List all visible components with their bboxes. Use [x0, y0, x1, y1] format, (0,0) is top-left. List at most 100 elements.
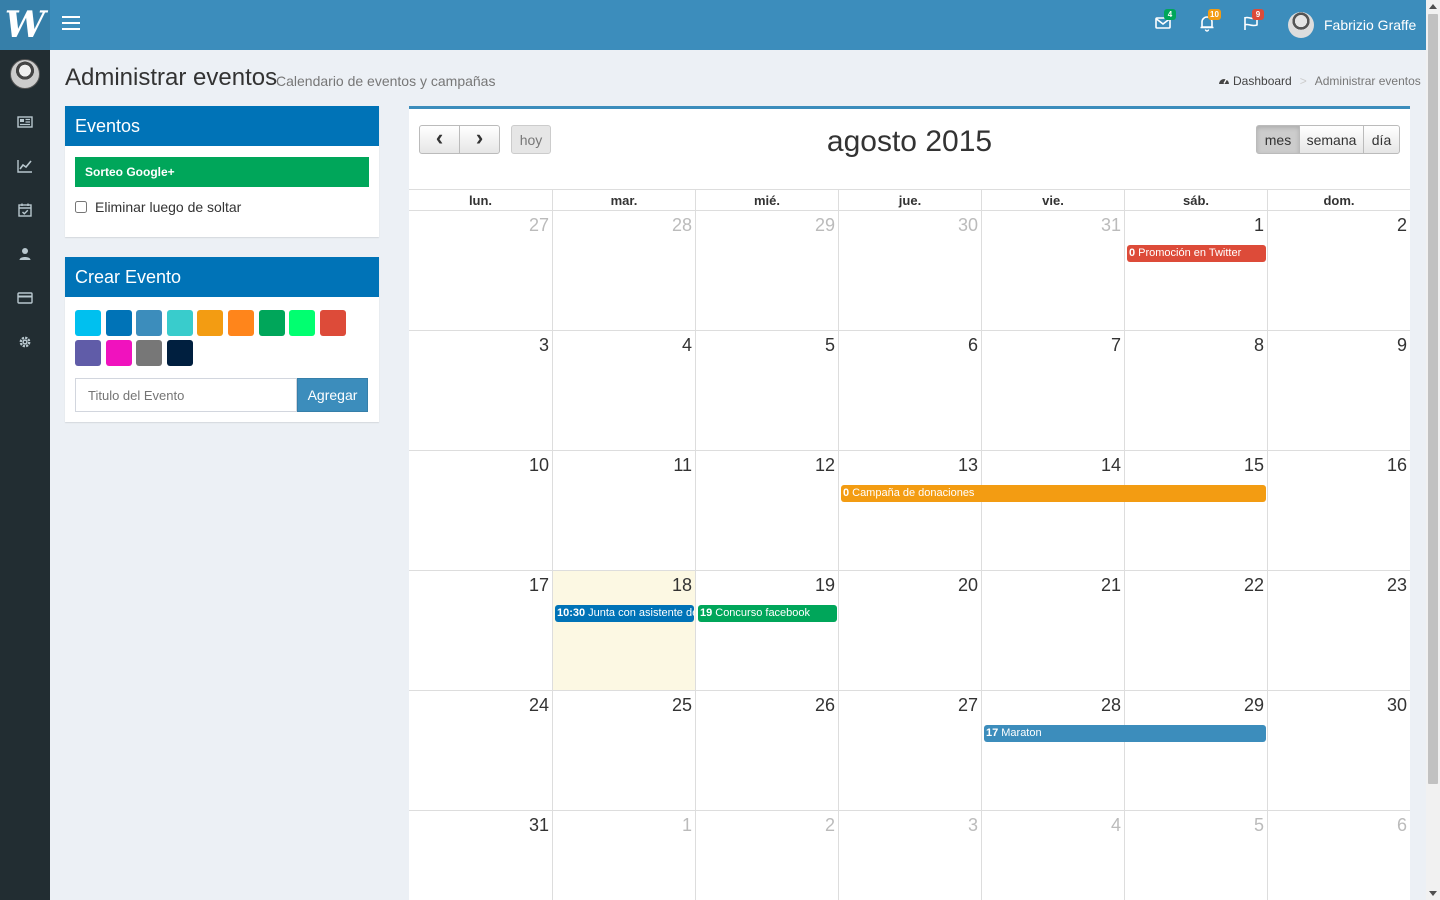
- color-swatch[interactable]: [166, 340, 193, 366]
- color-swatch[interactable]: [105, 310, 132, 336]
- day-cell[interactable]: 3: [838, 811, 981, 900]
- calendar-event[interactable]: 10:30Junta con asistente de campaña: [555, 605, 694, 622]
- day-cell[interactable]: 27: [838, 691, 981, 811]
- day-cell[interactable]: 29: [1124, 691, 1267, 811]
- sidebar-item-settings[interactable]: [0, 327, 50, 357]
- notifications-button[interactable]: 10: [1198, 9, 1221, 36]
- page-scrollbar[interactable]: [1426, 0, 1440, 900]
- sidebar-item-users[interactable]: [0, 239, 50, 269]
- sidebar-avatar[interactable]: [10, 59, 40, 89]
- color-swatch[interactable]: [289, 310, 316, 336]
- today-button[interactable]: hoy: [511, 125, 551, 154]
- view-month-button[interactable]: mes: [1256, 125, 1300, 154]
- events-box-title: Eventos: [65, 106, 379, 146]
- sidebar-item-news[interactable]: [0, 107, 50, 137]
- color-swatch[interactable]: [228, 310, 254, 336]
- color-swatch[interactable]: [197, 310, 224, 336]
- sidebar-item-stats[interactable]: [0, 151, 50, 181]
- view-week-button[interactable]: semana: [1299, 125, 1364, 154]
- sidebar-toggle-button[interactable]: [62, 16, 80, 34]
- add-event-button[interactable]: Agregar: [297, 378, 368, 412]
- color-swatch[interactable]: [319, 310, 346, 336]
- day-cell[interactable]: 26: [695, 691, 838, 811]
- day-cell[interactable]: 8: [1124, 331, 1267, 451]
- day-cell[interactable]: 14: [981, 451, 1124, 571]
- color-swatch[interactable]: [136, 340, 163, 366]
- messages-button[interactable]: 4: [1154, 9, 1176, 36]
- event-title: Maraton: [1001, 727, 1042, 739]
- calendar-event[interactable]: 0 Campaña de donaciones: [841, 485, 1266, 502]
- day-cell-today[interactable]: 18: [552, 571, 695, 691]
- color-swatch[interactable]: [166, 310, 193, 336]
- sidebar-item-billing[interactable]: [0, 283, 50, 313]
- color-swatch[interactable]: [75, 340, 101, 366]
- event-title-input[interactable]: [75, 378, 297, 412]
- day-cell[interactable]: 1: [552, 811, 695, 900]
- day-cell[interactable]: 20: [838, 571, 981, 691]
- day-cell[interactable]: 31: [409, 811, 552, 900]
- day-cell[interactable]: 15: [1124, 451, 1267, 571]
- day-cell[interactable]: 21: [981, 571, 1124, 691]
- day-number: 1: [1253, 215, 1264, 235]
- day-cell[interactable]: 27: [409, 211, 552, 331]
- day-cell[interactable]: 29: [695, 211, 838, 331]
- draggable-event[interactable]: Sorteo Google+: [75, 157, 369, 187]
- day-cell[interactable]: 25: [552, 691, 695, 811]
- events-box: Eventos Sorteo Google+ Eliminar luego de…: [65, 106, 379, 237]
- event-time: 0: [843, 487, 850, 499]
- day-cell[interactable]: 16: [1267, 451, 1410, 571]
- day-cell[interactable]: 31: [981, 211, 1124, 331]
- remove-after-drop-option[interactable]: Eliminar luego de soltar: [75, 199, 241, 215]
- day-number: 30: [957, 215, 978, 235]
- day-cell[interactable]: 10: [409, 451, 552, 571]
- color-swatch[interactable]: [75, 310, 101, 336]
- day-cell[interactable]: 4: [552, 331, 695, 451]
- day-cell[interactable]: 23: [1267, 571, 1410, 691]
- day-cell[interactable]: 11: [552, 451, 695, 571]
- day-cell[interactable]: 7: [981, 331, 1124, 451]
- calendar-event[interactable]: 0 Promoción en Twitter: [1127, 245, 1266, 262]
- day-number: 4: [1110, 815, 1121, 835]
- next-month-button[interactable]: ›: [459, 125, 500, 154]
- day-cell[interactable]: 2: [695, 811, 838, 900]
- day-cell[interactable]: 22: [1124, 571, 1267, 691]
- color-swatch[interactable]: [105, 340, 132, 366]
- breadcrumb-home-link[interactable]: Dashboard: [1218, 74, 1292, 88]
- day-cell[interactable]: 6: [1267, 811, 1410, 900]
- day-cell[interactable]: 5: [1124, 811, 1267, 900]
- prev-month-button[interactable]: ‹: [419, 125, 460, 154]
- calendar-event[interactable]: 17 Maraton: [984, 725, 1266, 742]
- day-cell[interactable]: 2: [1267, 211, 1410, 331]
- day-cell[interactable]: 24: [409, 691, 552, 811]
- scroll-up-arrow-icon[interactable]: [1429, 4, 1437, 9]
- day-cell[interactable]: 1: [1124, 211, 1267, 331]
- color-swatch[interactable]: [136, 310, 163, 336]
- day-cell[interactable]: 3: [409, 331, 552, 451]
- color-swatch[interactable]: [258, 310, 285, 336]
- view-day-button[interactable]: día: [1363, 125, 1400, 154]
- remove-after-drop-checkbox[interactable]: [75, 201, 87, 213]
- sidebar-item-calendar[interactable]: [0, 195, 50, 225]
- day-number: 25: [671, 695, 692, 715]
- day-cell[interactable]: 28: [981, 691, 1124, 811]
- day-cell[interactable]: 9: [1267, 331, 1410, 451]
- day-cell[interactable]: 19: [695, 571, 838, 691]
- day-cell[interactable]: 6: [838, 331, 981, 451]
- day-number: 30: [1386, 695, 1407, 715]
- day-cell[interactable]: 12: [695, 451, 838, 571]
- scroll-down-arrow-icon[interactable]: [1429, 891, 1437, 896]
- day-cell[interactable]: 30: [1267, 691, 1410, 811]
- app-logo[interactable]: W: [0, 0, 50, 50]
- day-number: 12: [814, 455, 835, 475]
- user-menu[interactable]: Fabrizio Graffe: [1288, 12, 1416, 38]
- day-cell[interactable]: 28: [552, 211, 695, 331]
- scroll-thumb[interactable]: [1428, 14, 1438, 784]
- day-cell[interactable]: 5: [695, 331, 838, 451]
- event-time: 0: [1129, 247, 1136, 259]
- day-cell[interactable]: 30: [838, 211, 981, 331]
- calendar-event[interactable]: 19 Concurso facebook: [698, 605, 837, 622]
- day-cell[interactable]: 17: [409, 571, 552, 691]
- day-cell[interactable]: 4: [981, 811, 1124, 900]
- day-cell[interactable]: 13: [838, 451, 981, 571]
- tasks-button[interactable]: 9: [1242, 9, 1264, 36]
